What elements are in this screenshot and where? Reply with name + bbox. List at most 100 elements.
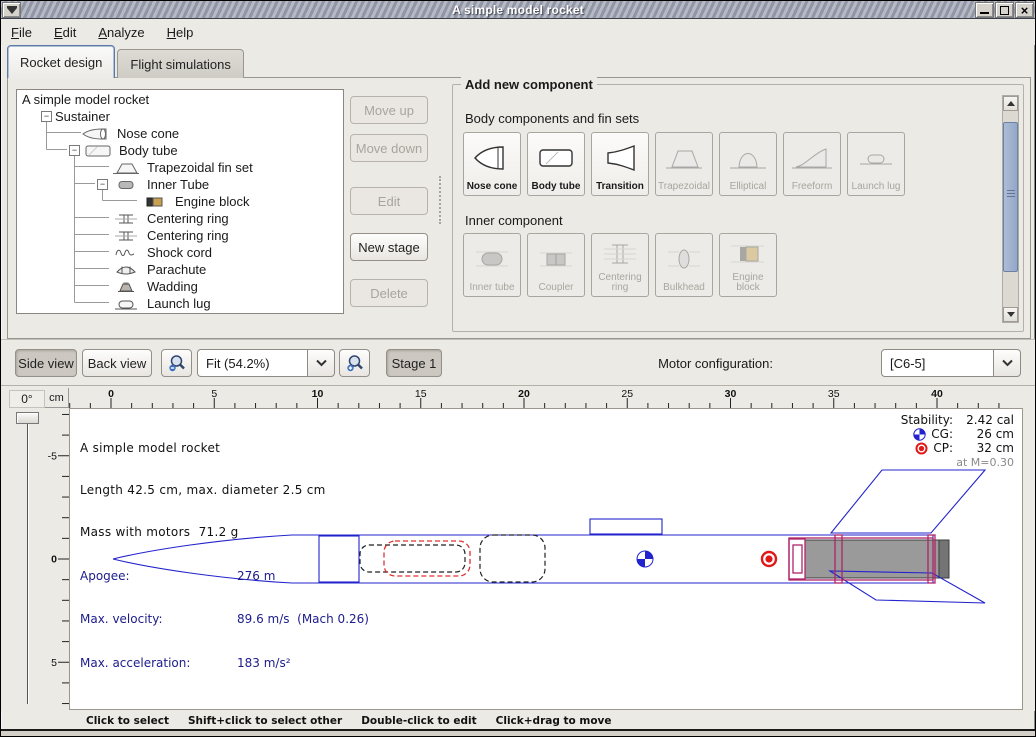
component-panel-scrollbar[interactable] [1002, 95, 1019, 323]
view-toolbar: Side view Back view Fit (54.2%) Stage 1 … [1, 339, 1035, 385]
motor-configuration-value[interactable]: [C6-5] [881, 349, 993, 377]
svg-text:15: 15 [415, 388, 427, 400]
rotation-slider-track[interactable] [27, 418, 29, 704]
inner-component-label: Inner component [465, 213, 563, 228]
collapse-icon[interactable]: − [69, 145, 80, 156]
menu-edit[interactable]: Edit [54, 25, 76, 40]
delete-button[interactable]: Delete [350, 279, 428, 307]
zoom-level-value[interactable]: Fit (54.2%) [197, 349, 307, 377]
chevron-down-icon [1001, 358, 1014, 368]
bulkhead-icon [662, 234, 706, 283]
tree-item-sustainer[interactable]: − Sustainer [17, 108, 110, 125]
application-window: A simple model rocket × File Edit Analyz… [0, 0, 1036, 737]
back-view-button[interactable]: Back view [82, 349, 152, 377]
stability-label: Stability: [901, 413, 953, 427]
tab-flight-simulations[interactable]: Flight simulations [117, 49, 243, 78]
mach-note: at M=0.30 [901, 456, 1014, 470]
scrollbar-thumb[interactable] [1003, 122, 1018, 272]
scroll-up-button[interactable] [1003, 96, 1018, 111]
motor-combo-arrow-button[interactable] [993, 349, 1021, 377]
cp-marker [762, 552, 776, 566]
apogee-label: Apogee: [80, 569, 237, 584]
tree-item-centering-ring-1[interactable]: Centering ring [17, 210, 229, 227]
titlebar[interactable]: A simple model rocket × [1, 1, 1035, 19]
add-elliptical-fin-button[interactable]: Elliptical [719, 132, 777, 196]
add-trapezoidal-fin-button[interactable]: Trapezoidal [655, 132, 713, 196]
maximize-button[interactable] [995, 2, 1014, 18]
zoom-level-combo[interactable]: Fit (54.2%) [197, 349, 335, 377]
rotation-slider-handle[interactable] [16, 412, 39, 424]
tree-item-launch-lug[interactable]: Launch lug [17, 295, 211, 312]
window-menu-button[interactable] [2, 2, 21, 18]
shock-cord-outline [360, 545, 465, 572]
motor-configuration-combo[interactable]: [C6-5] [881, 349, 1021, 377]
cp-icon [915, 442, 928, 455]
zoom-in-button[interactable] [339, 349, 370, 377]
motor-configuration-label: Motor configuration: [658, 349, 773, 377]
trapezoidal-fin-icon [111, 161, 141, 175]
add-transition-button[interactable]: Transition [591, 132, 649, 196]
body-tube-icon [534, 133, 578, 182]
tab-rocket-design[interactable]: Rocket design [7, 45, 115, 78]
tree-item-trapezoidal-fin-set[interactable]: Trapezoidal fin set [17, 159, 253, 176]
close-button[interactable]: × [1015, 2, 1034, 18]
shock-cord-icon [111, 246, 141, 260]
tree-item-nose-cone[interactable]: Nose cone [17, 125, 179, 142]
svg-text:5: 5 [51, 657, 57, 669]
tree-item-engine-block[interactable]: Engine block [17, 193, 249, 210]
menu-analyze[interactable]: Analyze [98, 25, 144, 40]
svg-text:35: 35 [828, 388, 840, 400]
window-menu-icon [7, 8, 17, 14]
add-centering-ring-button[interactable]: Centering ring [591, 233, 649, 297]
window-bottom-edge [1, 729, 1035, 736]
tree-item-wadding[interactable]: Wadding [17, 278, 198, 295]
svg-text:30: 30 [725, 388, 737, 400]
minimize-button[interactable] [975, 2, 994, 18]
add-body-tube-button[interactable]: Body tube [527, 132, 585, 196]
parachute-icon [111, 263, 141, 277]
tree-item-centering-ring-2[interactable]: Centering ring [17, 227, 229, 244]
panel-splitter[interactable] [439, 176, 441, 224]
side-view-button[interactable]: Side view [15, 349, 77, 377]
tree-item-parachute[interactable]: Parachute [17, 261, 206, 278]
add-launch-lug-button[interactable]: Launch lug [847, 132, 905, 196]
collapse-icon[interactable]: − [97, 179, 108, 190]
component-tree[interactable]: A simple model rocket − Sustainer Nose c… [16, 89, 344, 314]
zoom-out-button[interactable] [161, 349, 192, 377]
rocket-canvas[interactable]: A simple model rocket Length 42.5 cm, ma… [69, 408, 1023, 710]
window-title: A simple model rocket [1, 3, 1035, 17]
add-inner-tube-button[interactable]: Inner tube [463, 233, 521, 297]
move-down-button[interactable]: Move down [350, 134, 428, 162]
add-engine-block-button[interactable]: Engine block [719, 233, 777, 297]
menu-help[interactable]: Help [167, 25, 194, 40]
add-nose-cone-button[interactable]: Nose cone [463, 132, 521, 196]
stability-value: 2.42 cal [958, 413, 1014, 427]
move-up-button[interactable]: Move up [350, 96, 428, 124]
flight-data-block: Apogee:276 m Max. velocity:89.6 m/s (Mac… [80, 540, 369, 700]
scroll-down-button[interactable] [1003, 307, 1018, 322]
nose-cone-icon [81, 127, 111, 141]
tab-bar: Rocket design Flight simulations [7, 45, 246, 78]
rocket-viewport: 0° cm 0510152025303540 -505 [1, 385, 1035, 711]
tree-item-shock-cord[interactable]: Shock cord [17, 244, 212, 261]
add-freeform-fin-button[interactable]: Freeform [783, 132, 841, 196]
edit-button[interactable]: Edit [350, 187, 428, 215]
status-bar: Click to select Shift+click to select ot… [1, 711, 1035, 731]
svg-text:-5: -5 [48, 450, 57, 462]
collapse-icon[interactable]: − [41, 111, 52, 122]
add-coupler-button[interactable]: Coupler [527, 233, 585, 297]
add-bulkhead-button[interactable]: Bulkhead [655, 233, 713, 297]
zoom-combo-arrow-button[interactable] [307, 349, 335, 377]
tree-item-inner-tube[interactable]: − Inner Tube [17, 176, 209, 193]
tree-item-body-tube[interactable]: − Body tube [17, 142, 178, 159]
tree-item-rocket-root[interactable]: A simple model rocket [17, 91, 149, 108]
nose-cone-icon [470, 133, 514, 182]
body-tube-icon [83, 144, 113, 158]
inner-tube-icon [470, 234, 514, 283]
svg-text:25: 25 [621, 388, 633, 400]
parachute-outline [480, 535, 545, 582]
new-stage-button[interactable]: New stage [350, 233, 428, 261]
cg-marker [637, 551, 653, 567]
stage-1-toggle[interactable]: Stage 1 [386, 349, 442, 377]
menu-file[interactable]: File [11, 25, 32, 40]
